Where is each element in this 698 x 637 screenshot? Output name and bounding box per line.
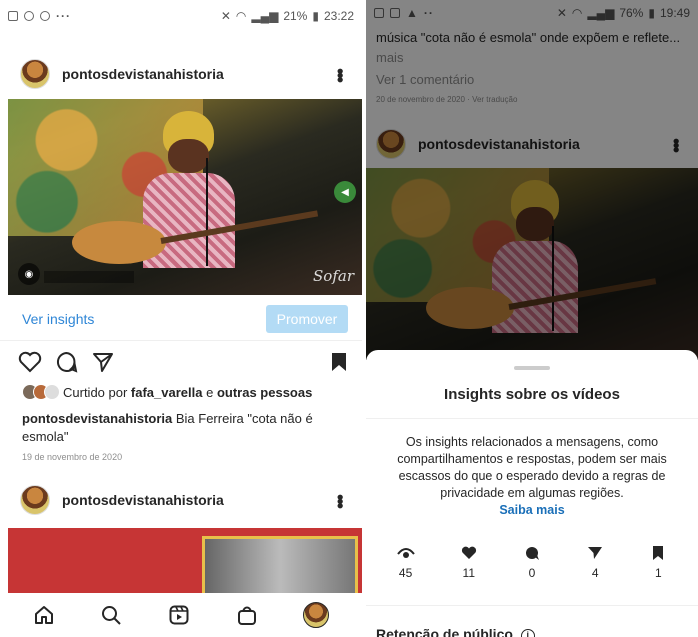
reshare-icon[interactable]: ◀ — [334, 181, 356, 204]
signal-icon: ▂▄▆ — [251, 9, 279, 23]
saved-bookmark-icon[interactable] — [330, 351, 348, 373]
share-send-icon[interactable] — [92, 351, 114, 373]
reels-icon[interactable] — [168, 604, 190, 626]
eye-icon — [396, 548, 415, 558]
privacy-notice: Os insights relacionados a mensagens, co… — [390, 434, 674, 519]
comments-count: 0 — [528, 566, 536, 580]
stat-saves: 1 — [633, 546, 683, 580]
liked-others[interactable]: outras pessoas — [217, 385, 312, 400]
heart-icon — [461, 546, 476, 559]
video-caption-overlay — [44, 271, 134, 283]
liked-prefix: Curtido por — [63, 384, 131, 400]
video-stats: 45 11 0 4 1 — [366, 546, 698, 580]
shares-count: 4 — [591, 566, 599, 580]
search-icon[interactable] — [100, 604, 122, 626]
saves-count: 1 — [655, 566, 662, 580]
bottom-navigation — [0, 593, 362, 637]
post-username[interactable]: pontosdevistanahistoria — [62, 66, 224, 82]
info-icon[interactable]: i — [520, 629, 535, 637]
home-icon[interactable] — [33, 604, 55, 626]
gallery-icon — [8, 11, 18, 21]
right-screen: ▲ ·· ✕ ◠ ▂▄▆ 76% ▮ 19:49 música "cota nã… — [366, 0, 698, 637]
post-header-2: pontosdevistanahistoria ••• — [0, 478, 362, 522]
framed-photo — [202, 536, 358, 594]
comment-icon — [525, 547, 539, 560]
left-screen: ··· ✕ ◠ ▂▄▆ 21% ▮ 23:22 pontosdevistanah… — [0, 0, 362, 637]
views-count: 45 — [398, 566, 413, 580]
guitar — [71, 210, 320, 264]
comment-icon[interactable] — [56, 351, 78, 373]
clock: 23:22 — [323, 9, 354, 23]
instagram-icon — [24, 11, 34, 21]
modal-scrim[interactable] — [366, 0, 698, 360]
profile-avatar-tab[interactable] — [303, 602, 330, 628]
liker-avatars — [22, 384, 60, 400]
post-header: pontosdevistanahistoria ••• — [0, 52, 362, 96]
post-actions — [18, 346, 348, 378]
avatar[interactable] — [20, 485, 50, 515]
retention-title: Retenção de público — [376, 626, 513, 637]
audio-icon[interactable]: ◉ — [18, 263, 40, 285]
promote-button[interactable]: Promover — [266, 304, 348, 333]
like-heart-icon[interactable] — [18, 351, 42, 373]
video-watermark: Sofar — [313, 267, 354, 285]
stat-comments: 0 — [507, 546, 557, 580]
stat-likes: 11 — [444, 546, 494, 580]
divider — [366, 605, 698, 606]
more-options-icon[interactable]: ••• — [329, 68, 350, 81]
post-date: 19 de novembro de 2020 — [22, 452, 123, 462]
more-notifications-icon: ··· — [56, 9, 71, 23]
insights-row: Ver insights Promover — [0, 297, 362, 341]
learn-more-link[interactable]: Saiba mais — [390, 502, 674, 519]
stat-shares: 4 — [570, 546, 620, 580]
post-image-2[interactable] — [8, 528, 362, 594]
sheet-drag-handle[interactable] — [514, 366, 550, 370]
likes-summary[interactable]: Curtido por fafa_varella e outras pessoa… — [22, 384, 312, 400]
post-caption: pontosdevistanahistoria Bia Ferreira "co… — [22, 410, 342, 446]
wifi-icon: ◠ — [235, 9, 247, 23]
post-video[interactable]: ◀ ◉ Sofar — [8, 99, 362, 295]
send-icon — [588, 547, 603, 559]
divider — [366, 418, 698, 419]
avatar[interactable] — [20, 59, 50, 89]
sheet-title: Insights sobre os vídeos — [444, 386, 620, 403]
view-insights-link[interactable]: Ver insights — [22, 311, 94, 327]
status-bar: ··· ✕ ◠ ▂▄▆ 21% ▮ 23:22 — [0, 0, 362, 32]
retention-section: Retenção de público i — [376, 626, 535, 637]
liked-user[interactable]: fafa_varella — [131, 385, 203, 400]
bookmark-icon — [653, 546, 664, 560]
battery-percent: 21% — [283, 9, 308, 23]
liked-join: e — [202, 384, 217, 400]
stat-views: 45 — [381, 546, 431, 580]
more-options-icon[interactable]: ••• — [329, 494, 350, 507]
caption-username[interactable]: pontosdevistanahistoria — [22, 411, 172, 426]
likes-count: 11 — [462, 566, 476, 580]
battery-icon: ▮ — [312, 9, 319, 23]
insights-sheet: Insights sobre os vídeos Os insights rel… — [366, 350, 698, 637]
mute-icon: ✕ — [220, 9, 231, 23]
whatsapp-icon — [40, 11, 50, 21]
post-username[interactable]: pontosdevistanahistoria — [62, 492, 224, 508]
privacy-notice-text: Os insights relacionados a mensagens, co… — [397, 435, 667, 500]
shop-icon[interactable] — [236, 604, 258, 626]
